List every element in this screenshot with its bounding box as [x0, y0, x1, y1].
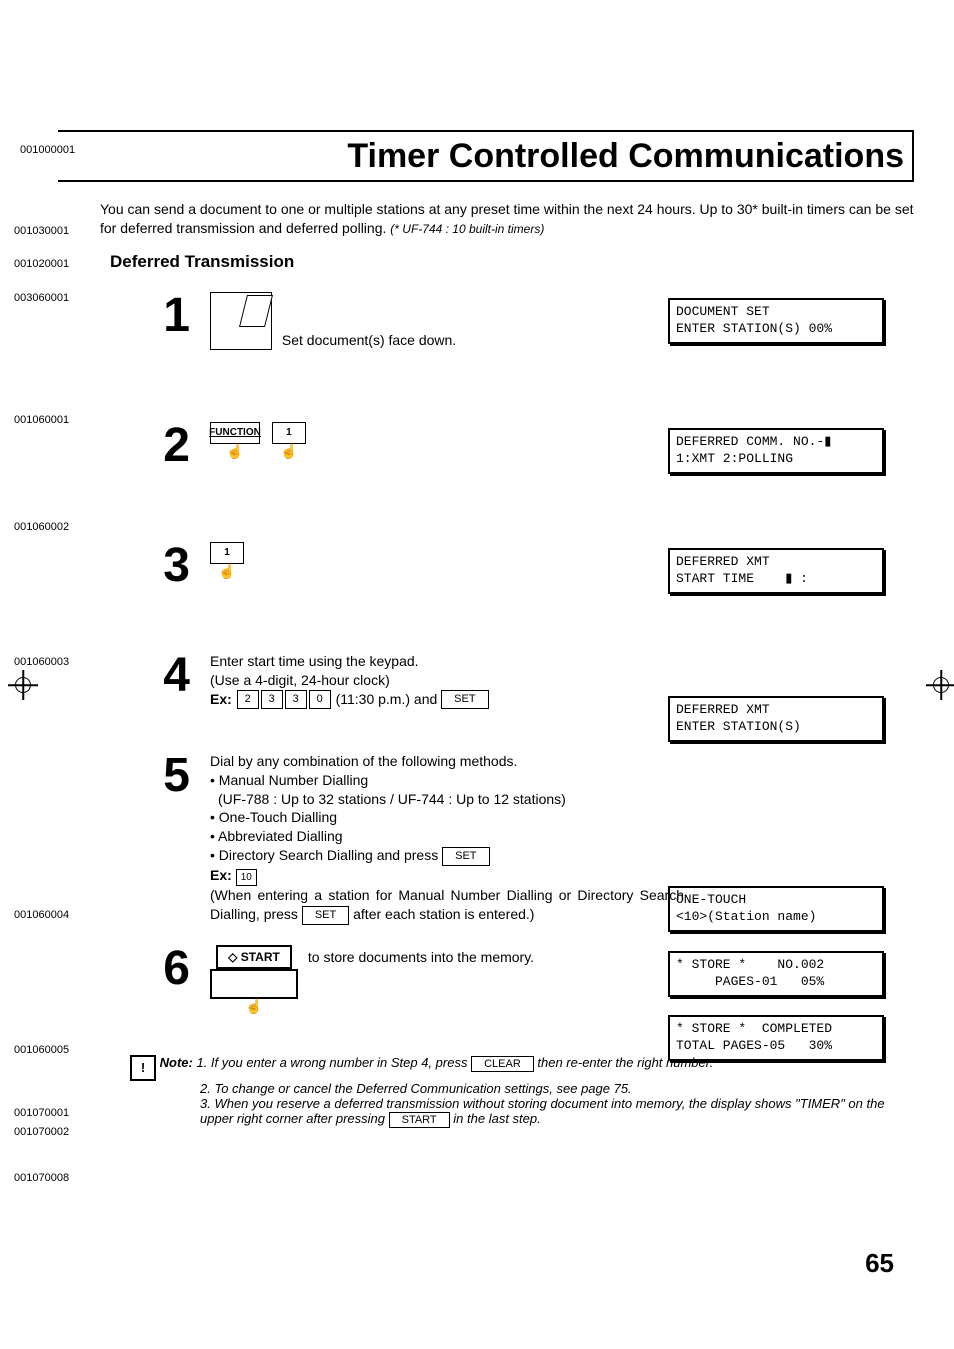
hand-icon: ☝	[280, 442, 297, 461]
hand-icon: ☝	[245, 997, 262, 1016]
digit-key: 0	[309, 690, 331, 709]
registration-mark-icon	[926, 670, 954, 700]
digit-key: 2	[237, 690, 259, 709]
step-4: 4 Enter start time using the keypad. (Us…	[40, 652, 914, 732]
step-1: 1 Set document(s) face down. DOCUMENT SE…	[40, 292, 914, 372]
page-number: 65	[865, 1248, 894, 1279]
title-box: Timer Controlled Communications	[58, 130, 914, 182]
page-title: Timer Controlled Communications	[347, 137, 904, 176]
lcd-display: * STORE * COMPLETED TOTAL PAGES-05 30%	[668, 1015, 884, 1061]
note1-code: 001070001	[14, 1107, 69, 1119]
lcd-display: ONE-TOUCH <10>(Station name)	[668, 886, 884, 932]
intro-code: 001030001	[14, 225, 69, 237]
digit-key: 3	[261, 690, 283, 709]
step-2: 2 FUNCTION ☝ 1 ☝ DEFERRED COMM. NO.-▮ 1:…	[40, 422, 914, 502]
manual-page: 001000001 Timer Controlled Communication…	[0, 0, 954, 1349]
step6-code: 001060005	[14, 1044, 69, 1056]
step3-code: 001060002	[14, 521, 69, 533]
lcd-display: DEFERRED XMT START TIME ▮ :	[668, 548, 884, 594]
step-5: 5 Dial by any combination of the followi…	[40, 752, 914, 925]
hand-icon: ☝	[218, 562, 235, 581]
start-button-icon: ◇ START ☝	[210, 945, 298, 1016]
step-6: 6 ◇ START ☝ to store documents into the …	[40, 945, 914, 1025]
lcd-display: * STORE * NO.002 PAGES-01 05%	[668, 951, 884, 997]
clear-key: CLEAR	[471, 1056, 534, 1072]
document-tray-icon	[210, 292, 272, 350]
set-key: SET	[441, 690, 488, 709]
note-icon: !	[130, 1055, 156, 1081]
set-key: SET	[442, 847, 489, 866]
digit-key: 3	[285, 690, 307, 709]
notes: ! Note: 1. If you enter a wrong number i…	[40, 1055, 914, 1128]
start-key: START	[389, 1112, 450, 1128]
note3-code: 001070008	[14, 1172, 69, 1184]
one-key-icon: 1 ☝	[272, 422, 306, 461]
function-key-icon: FUNCTION ☝	[210, 422, 260, 461]
one-touch-key: 10	[236, 869, 257, 887]
lcd-display: DEFERRED COMM. NO.-▮ 1:XMT 2:POLLING	[668, 428, 884, 474]
section-heading: Deferred Transmission	[110, 252, 914, 272]
lcd-display: DEFERRED XMT ENTER STATION(S)	[668, 696, 884, 742]
step-3: 3 1 ☝ DEFERRED XMT START TIME ▮ :	[40, 542, 914, 622]
lcd-display: DOCUMENT SET ENTER STATION(S) 00%	[668, 298, 884, 344]
section-code: 001020001	[14, 258, 69, 270]
one-key-icon: 1 ☝	[210, 542, 244, 581]
note2-code: 001070002	[14, 1126, 69, 1138]
hand-icon: ☝	[226, 442, 243, 461]
set-key: SET	[302, 906, 349, 925]
intro-text: You can send a document to one or multip…	[40, 200, 914, 238]
registration-mark-icon	[8, 670, 38, 700]
